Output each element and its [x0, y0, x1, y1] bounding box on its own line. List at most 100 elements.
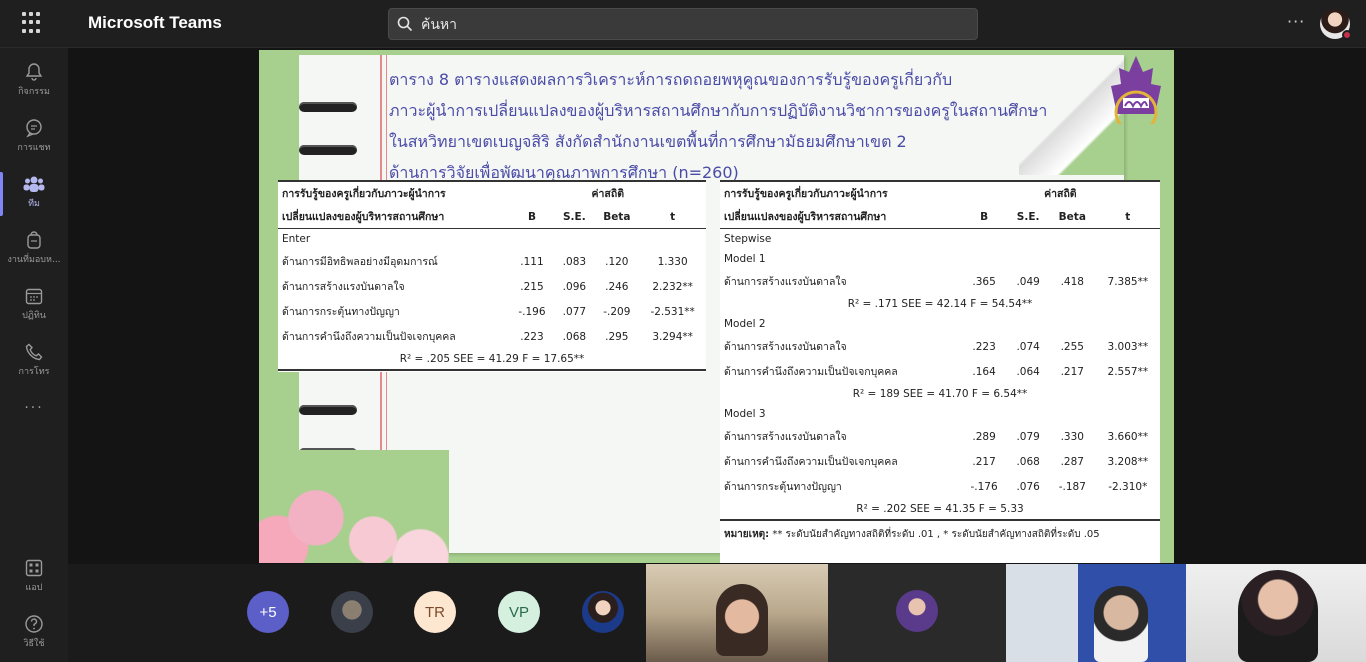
cell-beta: -.187 [1058, 480, 1086, 493]
model-stats: R² = .171 SEE = 42.14 F = 54.54** [847, 298, 1033, 310]
app-launcher-icon[interactable] [22, 12, 44, 34]
participant-avatar[interactable]: TR [414, 591, 456, 633]
cell-se: .068 [1016, 455, 1040, 468]
regression-table-enter: การรับรู้ของครูเกี่ยวกับภาวะผู้นำการ ค่า… [278, 180, 706, 372]
rail-item-help[interactable]: วิธีใช้ [0, 606, 68, 662]
university-logo [1111, 56, 1161, 124]
row-label: ด้านการมีอิทธิพลอย่างมีอุดมการณ์ [282, 256, 438, 268]
help-icon [25, 615, 43, 633]
app-title: Microsoft Teams [88, 13, 222, 32]
cell-se: .076 [1016, 480, 1040, 493]
rail-item-calendar[interactable]: ปฏิทิน [0, 278, 68, 334]
participant-avatar[interactable]: VP [498, 591, 540, 633]
slide-title-line: ตาราง 8 ตารางแสดงผลการวิเคราะห์การถดถอยพ… [389, 70, 953, 89]
cell-t: 7.385** [1107, 275, 1149, 288]
more-participants-button[interactable]: +5 [247, 591, 289, 633]
cell-t: 2.232** [652, 280, 693, 293]
cell-se: .096 [562, 280, 587, 293]
model-stats: R² = 189 SEE = 41.70 F = 6.54** [852, 388, 1028, 400]
row-label: ด้านการสร้างแรงบันดาลใจ [724, 341, 847, 353]
rail-item-activity[interactable]: กิจกรรม [0, 54, 68, 110]
model-label: Model 2 [724, 318, 766, 330]
participant-avatar[interactable] [331, 591, 373, 633]
cell-beta: -.209 [603, 305, 631, 318]
column-header: t [1095, 205, 1160, 229]
cell-t: -2.531** [650, 305, 695, 318]
rail-item-apps[interactable]: แอป [0, 550, 68, 606]
rail-item-teams[interactable]: ทีม [0, 166, 68, 222]
row-label: ด้านการคำนึงถึงความเป็นปัจเจกบุคคล [282, 331, 456, 343]
binder-ring [299, 145, 357, 155]
cell-t: 3.003** [1107, 340, 1149, 353]
table-header-left: เปลี่ยนแปลงของผู้บริหารสถานศึกษา [720, 205, 961, 229]
cell-b: -.176 [970, 480, 998, 493]
cell-beta: .246 [605, 280, 629, 293]
column-header: S.E. [554, 205, 595, 229]
table-note: หมายเหตุ: ** ระดับนัยสำคัญทางสถิติที่ระด… [720, 519, 1160, 548]
column-header: t [639, 205, 706, 229]
flower-decoration [259, 450, 449, 563]
method-label: Enter [282, 233, 311, 245]
rail-item-chat[interactable]: การแชท [0, 110, 68, 166]
table-header-left: การรับรู้ของครูเกี่ยวกับภาวะผู้นำการ [720, 180, 961, 205]
more-apps-icon[interactable]: ··· [0, 400, 68, 416]
more-options-icon[interactable]: ··· [1287, 12, 1305, 31]
cell-b: .111 [520, 255, 544, 268]
presence-badge [1342, 30, 1352, 40]
participant-video-tile[interactable] [828, 564, 1006, 662]
table-row: ด้านการคำนึงถึงความเป็นปัจเจกบุคคล .223 … [278, 324, 706, 349]
column-header: Beta [1048, 205, 1096, 229]
row-label: ด้านการสร้างแรงบันดาลใจ [724, 276, 847, 288]
rail-label: งานที่มอบห... [7, 255, 61, 265]
table-row: ด้านการกระตุ้นทางปัญญา -.196 .077 -.209 … [278, 299, 706, 324]
rail-item-calls[interactable]: การโทร [0, 334, 68, 390]
cell-t: 1.330 [657, 255, 688, 268]
search-input[interactable] [421, 14, 961, 36]
participant-video [1094, 586, 1148, 662]
cell-beta: .255 [1060, 340, 1084, 353]
cell-t: 3.294** [652, 330, 693, 343]
model-stats: R² = .205 SEE = 41.29 F = 17.65** [278, 349, 706, 371]
chat-icon [26, 119, 42, 138]
cell-t: 3.660** [1107, 430, 1149, 443]
rail-label: ทีม [28, 199, 40, 209]
slide-title: ตาราง 8 ตารางแสดงผลการวิเคราะห์การถดถอยพ… [389, 64, 1089, 188]
participant-video [1238, 570, 1318, 662]
assignments-icon [27, 231, 41, 249]
cell-se: .064 [1016, 365, 1040, 378]
cell-se: .049 [1016, 275, 1040, 288]
table-header-stats: ค่าสถิติ [960, 180, 1160, 205]
binder-ring [299, 102, 357, 112]
table-header-left: การรับรู้ของครูเกี่ยวกับภาวะผู้นำการ [278, 180, 510, 205]
rail-label: การโทร [18, 367, 50, 377]
participant-video-tile[interactable] [1186, 564, 1366, 662]
participant-video [716, 584, 768, 656]
participant-video-tile[interactable] [1006, 564, 1186, 662]
app-rail: กิจกรรม การแชท ทีม งานที่มอบห... ปฏิทิน … [0, 48, 68, 662]
participant-video-tile[interactable] [646, 564, 828, 662]
cell-se: .077 [562, 305, 587, 318]
shared-screen: ตาราง 8 ตารางแสดงผลการวิเคราะห์การถดถอยพ… [68, 48, 1366, 564]
cell-se: .079 [1016, 430, 1040, 443]
rail-item-assignments[interactable]: งานที่มอบห... [0, 222, 68, 278]
row-label: ด้านการสร้างแรงบันดาลใจ [282, 281, 405, 293]
search-box[interactable] [388, 8, 978, 40]
cell-beta: .287 [1060, 455, 1084, 468]
table-header-stats: ค่าสถิติ [509, 180, 706, 205]
table-row: ด้านการสร้างแรงบันดาลใจ .289 .079 .330 3… [720, 424, 1160, 449]
cell-b: .223 [972, 340, 996, 353]
cell-b: .215 [520, 280, 544, 293]
cell-se: .083 [562, 255, 587, 268]
apps-icon [25, 559, 43, 577]
table-row: ด้านการกระตุ้นทางปัญญา -.176 .076 -.187 … [720, 474, 1160, 499]
cell-b: .289 [972, 430, 996, 443]
table-row: ด้านการสร้างแรงบันดาลใจ .215 .096 .246 2… [278, 274, 706, 299]
participant-avatar [896, 590, 938, 632]
table-header-left: เปลี่ยนแปลงของผู้บริหารสถานศึกษา [278, 205, 510, 229]
rail-label: ปฏิทิน [22, 311, 46, 321]
binder-ring [299, 405, 357, 415]
cell-b: .217 [972, 455, 996, 468]
participant-avatar[interactable] [582, 591, 624, 633]
column-header: Beta [594, 205, 640, 229]
table-row: ด้านการคำนึงถึงความเป็นปัจเจกบุคคล .217 … [720, 449, 1160, 474]
